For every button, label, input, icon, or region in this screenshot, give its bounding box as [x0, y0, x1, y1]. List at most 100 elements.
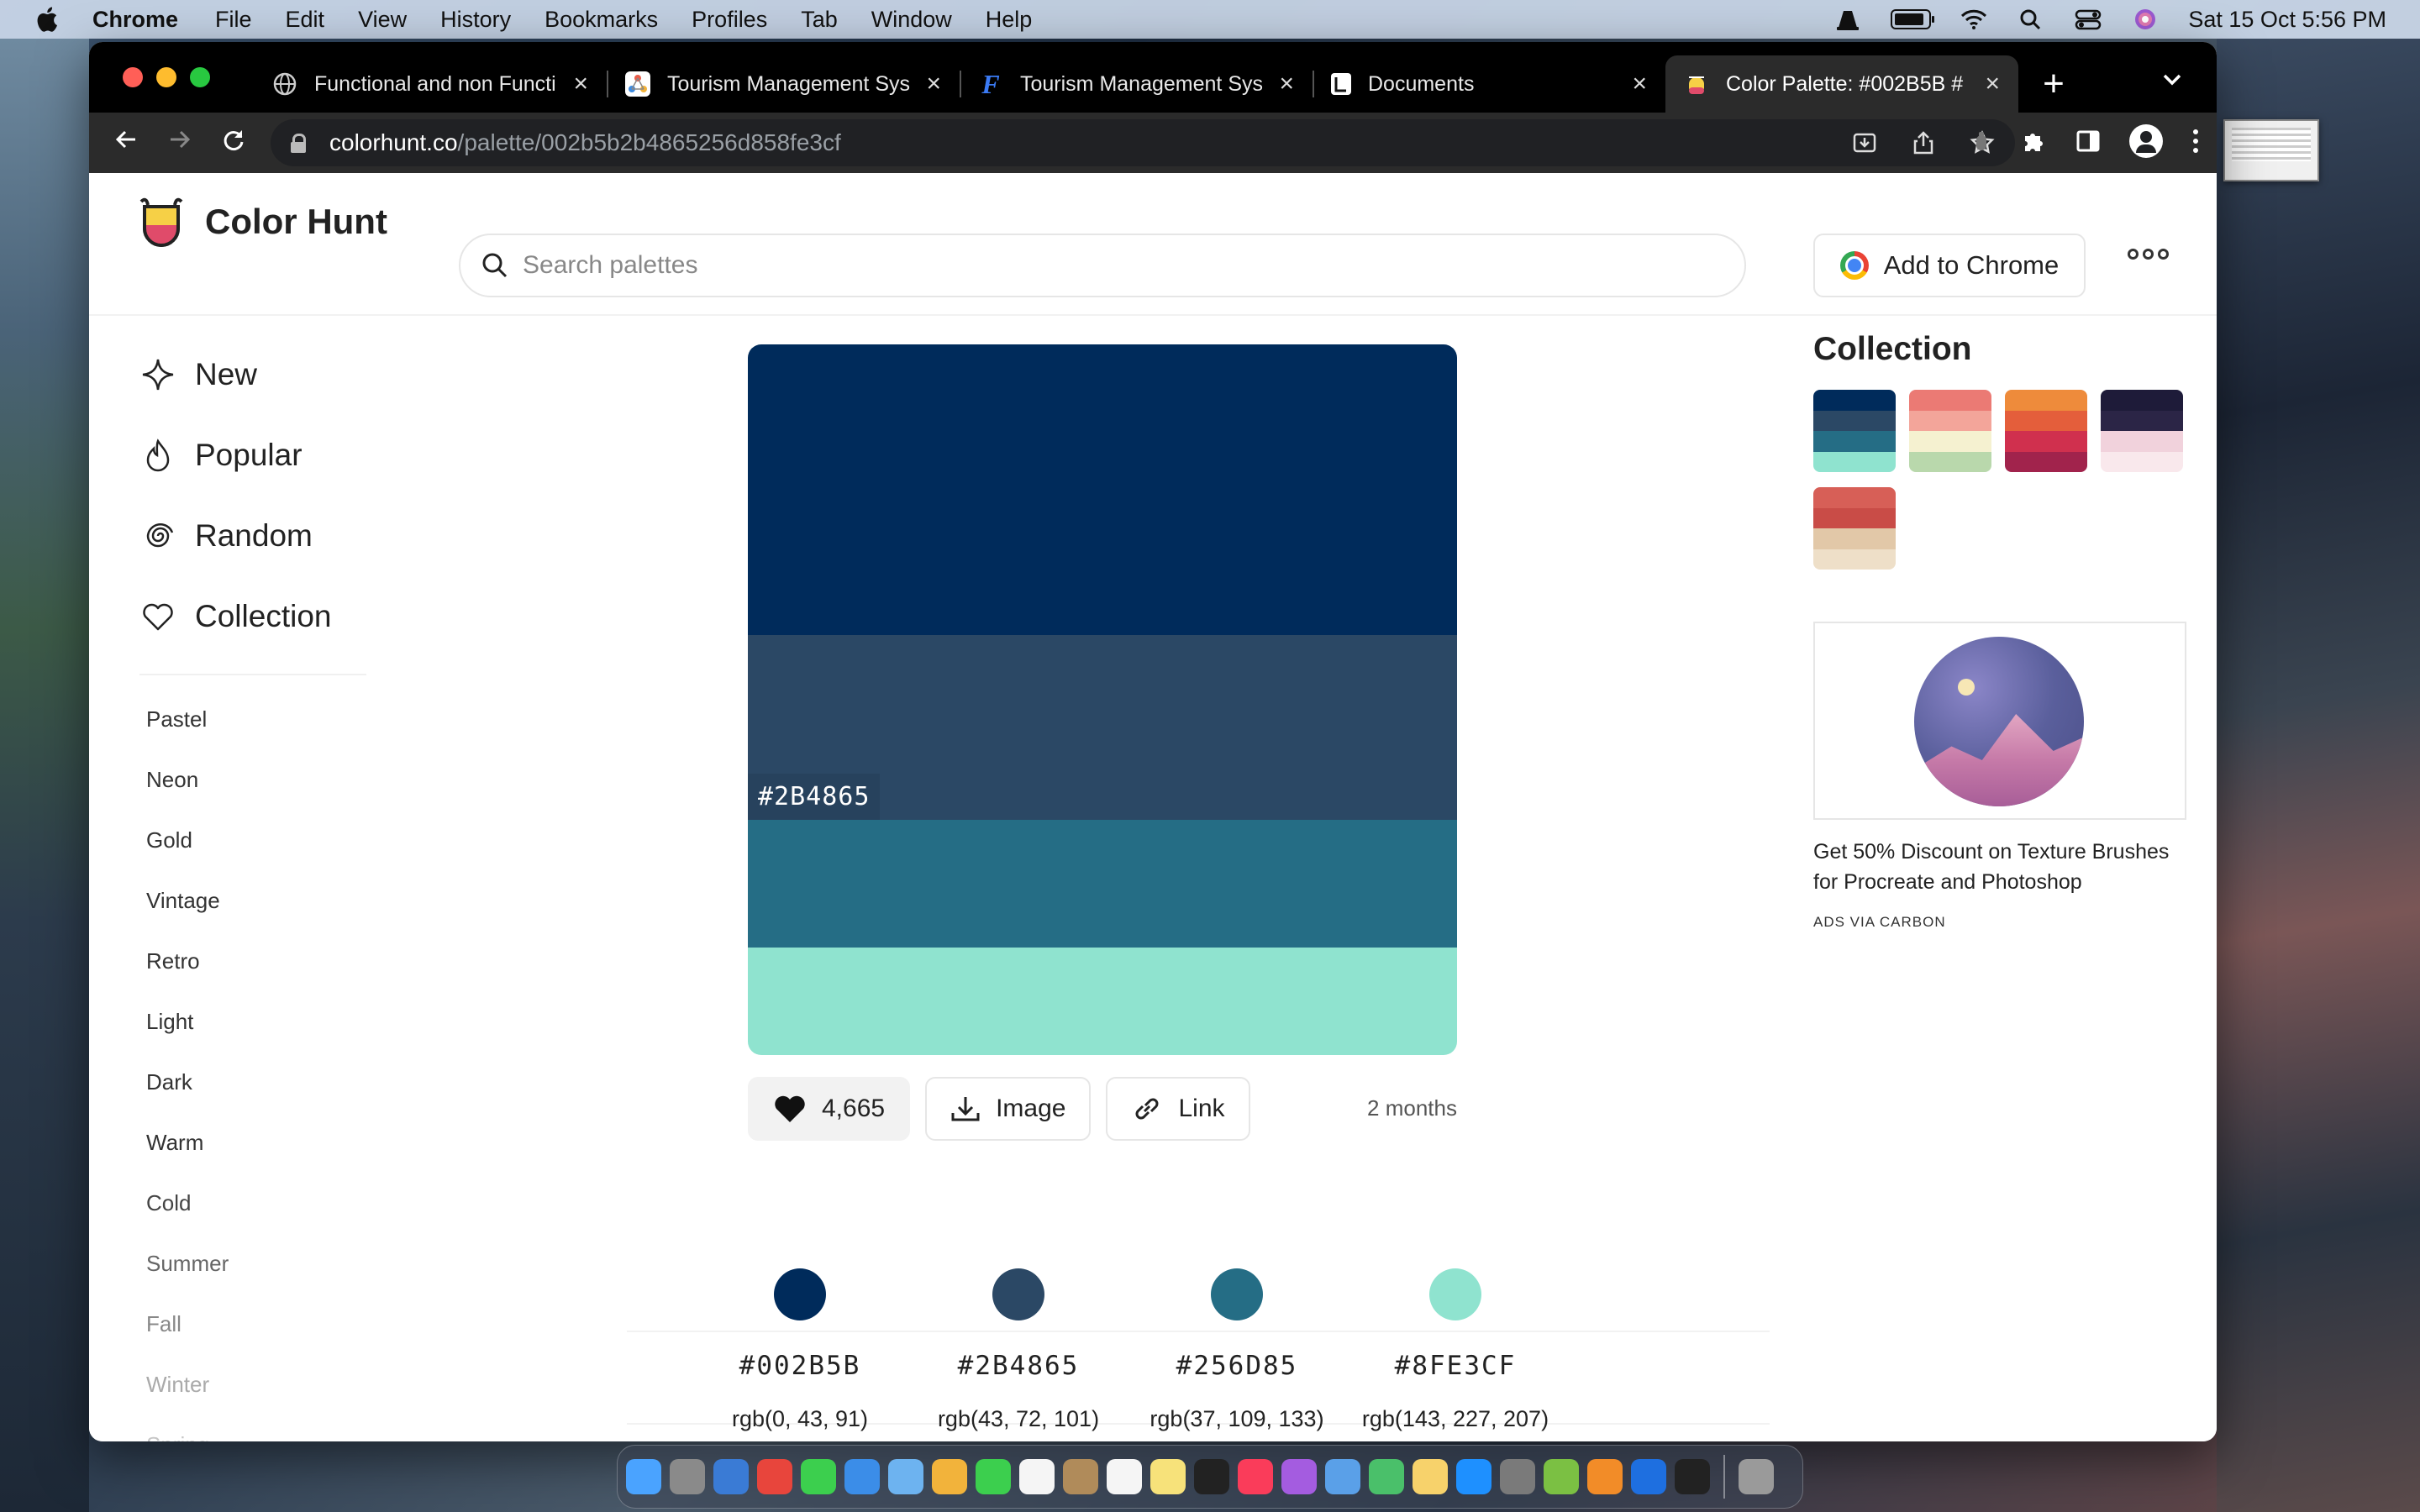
sidebar-item-collection[interactable]: Collection — [139, 576, 392, 657]
dock-app-icon[interactable] — [1019, 1459, 1055, 1494]
color-hex[interactable]: #002B5B — [691, 1351, 909, 1381]
siri-icon[interactable] — [2131, 8, 2160, 31]
ad-illustration[interactable] — [1914, 637, 2084, 806]
back-button[interactable] — [99, 127, 153, 160]
color-dot[interactable] — [1429, 1268, 1481, 1320]
menu-profiles[interactable]: Profiles — [692, 7, 767, 33]
dock-app-icon[interactable] — [1369, 1459, 1404, 1494]
forward-button[interactable] — [153, 127, 207, 160]
color-detail-2[interactable]: #2B4865 rgb(43, 72, 101) — [909, 1257, 1128, 1432]
tab-close-icon[interactable]: × — [1632, 70, 1647, 98]
extensions-puzzle-icon[interactable] — [2020, 128, 2047, 155]
desktop-window-thumbnail[interactable] — [2223, 119, 2319, 181]
dock-app-icon[interactable] — [1587, 1459, 1623, 1494]
color-rgb[interactable]: rgb(143, 227, 207) — [1346, 1406, 1565, 1432]
address-bar[interactable]: colorhunt.co/palette/002b5b2b4865256d858… — [271, 119, 2015, 166]
ad-text[interactable]: Get 50% Discount on Texture Brushes for … — [1813, 837, 2186, 897]
sidebar-tag-gold[interactable]: Gold — [139, 810, 392, 870]
sidebar-tag-winter[interactable]: Winter — [139, 1354, 392, 1415]
download-image-button[interactable]: Image — [925, 1077, 1092, 1141]
dock-app-icon[interactable] — [932, 1459, 967, 1494]
tab-search-chevron-icon[interactable] — [2161, 67, 2183, 93]
install-app-icon[interactable] — [1852, 130, 1877, 155]
color-detail-4[interactable]: #8FE3CF rgb(143, 227, 207) — [1346, 1257, 1565, 1432]
menu-file[interactable]: File — [215, 7, 252, 33]
collection-palette-5[interactable] — [1813, 487, 1896, 570]
menu-bar-clock[interactable]: Sat 15 Oct 5:56 PM — [2188, 7, 2386, 33]
close-window-button[interactable] — [123, 67, 143, 87]
trash-icon[interactable] — [1739, 1459, 1774, 1494]
palette-swatch-2[interactable]: #2B4865 — [748, 635, 1457, 820]
sidebar-tag-fall[interactable]: Fall — [139, 1294, 392, 1354]
search-box[interactable] — [459, 234, 1746, 297]
menu-bookmarks[interactable]: Bookmarks — [544, 7, 658, 33]
color-dot[interactable] — [774, 1268, 826, 1320]
dock-app-icon[interactable] — [1150, 1459, 1186, 1494]
menu-app-name[interactable]: Chrome — [92, 7, 178, 33]
ad-via-label[interactable]: ADS VIA CARBON — [1813, 914, 2186, 931]
color-dot[interactable] — [992, 1268, 1044, 1320]
dock-app-icon[interactable] — [713, 1459, 749, 1494]
collection-palette-3[interactable] — [2005, 390, 2087, 472]
color-rgb[interactable]: rgb(43, 72, 101) — [909, 1406, 1128, 1432]
menu-tab[interactable]: Tab — [801, 7, 838, 33]
dock-app-icon[interactable] — [1544, 1459, 1579, 1494]
dock-app-icon[interactable] — [1238, 1459, 1273, 1494]
tab-tourism-2[interactable]: F Tourism Management Sys × — [960, 55, 1313, 113]
dock-app-icon[interactable] — [1063, 1459, 1098, 1494]
vlc-cone-icon[interactable] — [1833, 8, 1862, 31]
tab-close-icon[interactable]: × — [573, 70, 588, 98]
color-rgb[interactable]: rgb(0, 43, 91) — [691, 1406, 909, 1432]
dock-app-icon[interactable] — [844, 1459, 880, 1494]
sidebar-tag-cold[interactable]: Cold — [139, 1173, 392, 1233]
palette-swatch-1[interactable] — [748, 344, 1457, 635]
apple-logo-icon[interactable] — [34, 5, 59, 34]
profile-avatar-icon[interactable] — [2129, 124, 2163, 158]
battery-icon[interactable] — [1891, 9, 1935, 29]
sidebar-tag-vintage[interactable]: Vintage — [139, 870, 392, 931]
color-detail-1[interactable]: #002B5B rgb(0, 43, 91) — [691, 1257, 909, 1432]
dock-app-icon[interactable] — [1281, 1459, 1317, 1494]
menu-edit[interactable]: Edit — [286, 7, 325, 33]
dock-app-icon[interactable] — [1500, 1459, 1535, 1494]
tab-close-icon[interactable]: × — [926, 70, 941, 98]
new-tab-button[interactable]: + — [2030, 60, 2077, 108]
like-button[interactable]: 4,665 — [748, 1077, 911, 1141]
menu-history[interactable]: History — [440, 7, 511, 33]
menu-view[interactable]: View — [358, 7, 407, 33]
sidebar-tag-neon[interactable]: Neon — [139, 749, 392, 810]
collection-palette-4[interactable] — [2101, 390, 2183, 472]
collection-palette-2[interactable] — [1909, 390, 1991, 472]
sidebar-tag-warm[interactable]: Warm — [139, 1112, 392, 1173]
more-options-icon[interactable] — [2128, 249, 2169, 260]
menu-window[interactable]: Window — [871, 7, 952, 33]
zoom-window-button[interactable] — [190, 67, 210, 87]
dock-app-icon[interactable] — [1325, 1459, 1360, 1494]
palette-swatch-3[interactable] — [748, 820, 1457, 948]
colorhunt-logo[interactable]: Color Hunt — [136, 193, 387, 250]
spotlight-search-icon[interactable] — [2017, 8, 2045, 31]
dock-app-icon[interactable] — [976, 1459, 1011, 1494]
dock-app-icon[interactable] — [888, 1459, 923, 1494]
tab-color-palette[interactable]: Color Palette: #002B5B # × — [1665, 55, 2018, 113]
color-detail-3[interactable]: #256D85 rgb(37, 109, 133) — [1128, 1257, 1346, 1432]
minimize-window-button[interactable] — [156, 67, 176, 87]
chrome-menu-icon[interactable] — [2191, 128, 2200, 155]
sidebar-item-new[interactable]: New — [139, 334, 392, 415]
palette-swatch-4[interactable] — [748, 948, 1457, 1055]
wifi-icon[interactable] — [1960, 8, 1988, 31]
dock-app-icon[interactable] — [801, 1459, 836, 1494]
dock-app-icon[interactable] — [1675, 1459, 1710, 1494]
dock-app-icon[interactable] — [1456, 1459, 1491, 1494]
color-hex[interactable]: #2B4865 — [909, 1351, 1128, 1381]
palette-card[interactable]: #2B4865 — [748, 344, 1457, 1055]
sidebar-item-popular[interactable]: Popular — [139, 415, 392, 496]
tab-documents[interactable]: Documents × — [1313, 55, 1665, 113]
tab-tourism-1[interactable]: Tourism Management Sys × — [607, 55, 960, 113]
dock-app-icon[interactable] — [1631, 1459, 1666, 1494]
dock-app-icon[interactable] — [1413, 1459, 1448, 1494]
reload-button[interactable] — [207, 127, 260, 160]
extension-grey-icon[interactable] — [1971, 129, 1991, 154]
sidebar-item-random[interactable]: Random — [139, 496, 392, 576]
search-input[interactable] — [523, 251, 1699, 280]
